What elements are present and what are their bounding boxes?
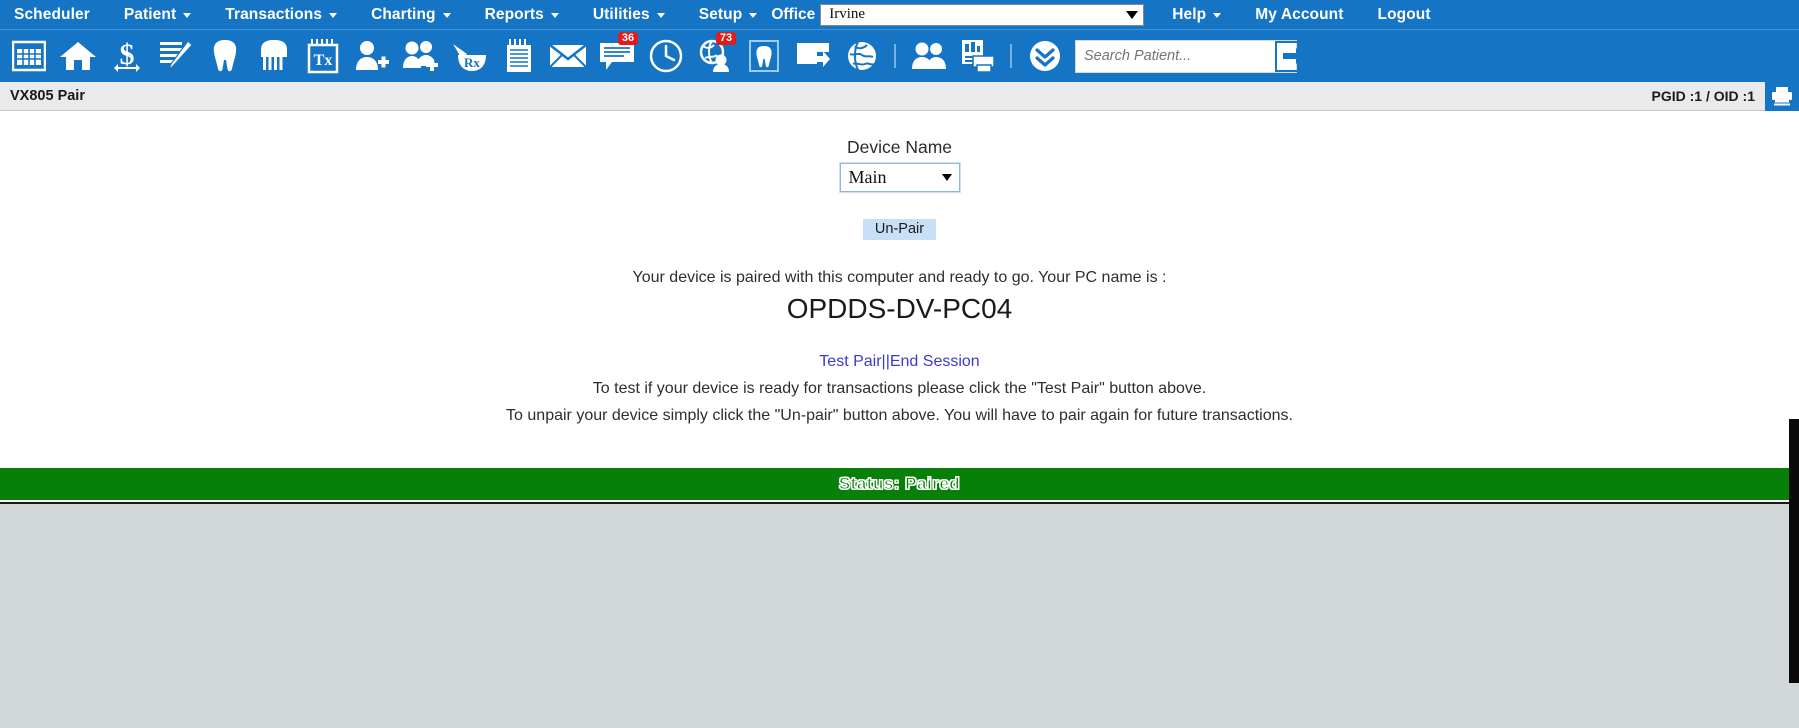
tooth-icon[interactable] [200, 33, 249, 79]
pc-name-value: OPDDS-DV-PC04 [786, 293, 1013, 324]
menu-label: Transactions [225, 5, 323, 23]
screen-forward-icon[interactable] [788, 33, 837, 79]
menu-label: Logout [1377, 5, 1431, 23]
page-title-bar: VX805 Pair PGID :1 / OID :1 [0, 81, 1799, 111]
right-edge-bar [1789, 419, 1799, 683]
chevron-down-icon [656, 13, 665, 18]
dollar-ledger-icon[interactable]: $ [102, 33, 151, 79]
device-name-select[interactable]: Main [839, 163, 960, 192]
print-reports-icon[interactable] [953, 33, 1002, 79]
calendar-grid-icon[interactable] [4, 33, 53, 79]
menu-item-patient[interactable]: Patient [123, 5, 192, 24]
device-name-label: Device Name [846, 137, 953, 157]
tooth-chart-icon[interactable] [739, 33, 788, 79]
chevron-down-icon [550, 13, 559, 18]
perio-tooth-icon[interactable] [249, 33, 298, 79]
status-text: Status: Paired [838, 474, 961, 494]
patient-globe-badge-count: 73 [716, 32, 736, 45]
menu-item-logout[interactable]: Logout [1378, 6, 1431, 24]
patient-globe-icon[interactable]: 73 [690, 32, 739, 79]
office-select[interactable]: Irvine [820, 3, 1145, 26]
svg-text:Rx: Rx [464, 55, 480, 70]
treatment-plan-tx-icon[interactable]: Tx [298, 33, 347, 79]
menu-label: Setup [698, 5, 743, 23]
arrow-right-icon [1283, 48, 1305, 64]
menu-label: Help [1172, 5, 1207, 23]
chevron-down-icon [183, 13, 192, 18]
clipboard-notes-icon[interactable] [494, 33, 543, 79]
search-patient-box [1075, 39, 1313, 73]
users-group-icon[interactable] [904, 33, 953, 79]
main-content: Device Name Main Un-Pair Your device is … [0, 111, 1799, 468]
toolbar-separator [894, 44, 896, 68]
mail-envelope-icon[interactable] [543, 33, 592, 79]
un-pair-button[interactable]: Un-Pair [862, 219, 937, 240]
icon-toolbar: $ Tx Rx 36 73 [0, 29, 1799, 82]
search-input[interactable] [1076, 39, 1275, 73]
menu-item-utilities[interactable]: Utilities [593, 6, 665, 24]
clock-icon[interactable] [641, 33, 690, 79]
status-bar: Status: Paired [0, 468, 1799, 502]
paired-status-message: Your device is paired with this computer… [632, 269, 1167, 286]
notes-pencil-icon[interactable] [151, 33, 200, 79]
help-text-line-1: To test if your device is ready for tran… [592, 380, 1207, 397]
menu-item-charting[interactable]: Charting [371, 6, 451, 24]
lower-panel [0, 502, 1799, 728]
chevron-down-icon [1126, 10, 1139, 19]
action-links-row: Test Pair||End Session [0, 353, 1799, 371]
menu-item-transactions[interactable]: Transactions [225, 5, 338, 24]
title-bar-right: PGID :1 / OID :1 [1651, 81, 1799, 111]
menu-item-setup[interactable]: Setup [699, 6, 758, 24]
printer-icon [1772, 87, 1792, 106]
menu-label: Scheduler [14, 5, 90, 23]
menu-label: Reports [484, 5, 544, 23]
globe-icon[interactable] [837, 33, 886, 79]
device-name-value: Main [848, 167, 887, 187]
messages-badge-count: 36 [618, 32, 638, 45]
chevron-down-icon [442, 13, 451, 18]
pgid-oid-label: PGID :1 / OID :1 [1651, 88, 1755, 104]
test-pair-link[interactable]: Test Pair [819, 353, 881, 370]
messages-chat-icon[interactable]: 36 [592, 32, 641, 79]
menu-label: Utilities [592, 5, 650, 23]
menu-label: My Account [1255, 5, 1344, 23]
menu-item-my-account[interactable]: My Account [1255, 6, 1343, 24]
search-submit-button[interactable] [1275, 40, 1313, 72]
menu-label: Patient [123, 5, 177, 23]
help-text-line-2: To unpair your device simply click the "… [506, 407, 1293, 424]
chevron-down-icon [749, 13, 758, 18]
toolbar-separator [1010, 44, 1012, 68]
svg-text:$: $ [119, 39, 134, 71]
menu-label: Charting [371, 5, 436, 23]
chevron-down-icon [1213, 13, 1222, 18]
chevron-down-icon [941, 174, 952, 181]
add-family-icon[interactable] [396, 33, 445, 79]
office-label: Office [771, 5, 816, 23]
home-icon[interactable] [53, 33, 102, 79]
menu-item-scheduler[interactable]: Scheduler [14, 6, 90, 24]
add-patient-icon[interactable] [347, 33, 396, 79]
svg-text:Tx: Tx [313, 52, 332, 69]
prescription-rx-icon[interactable]: Rx [445, 33, 494, 79]
page-title: VX805 Pair [10, 88, 85, 104]
menu-item-reports[interactable]: Reports [485, 6, 559, 24]
double-chevron-down-icon[interactable] [1020, 33, 1069, 79]
menu-item-help[interactable]: Help [1172, 5, 1222, 24]
end-session-link[interactable]: End Session [890, 353, 980, 370]
printer-button[interactable] [1765, 81, 1799, 111]
link-separator: || [881, 353, 890, 370]
top-menu-bar: Scheduler Patient Transactions Charting … [0, 0, 1799, 29]
office-select-value: Irvine [829, 6, 866, 22]
chevron-down-icon [329, 13, 338, 18]
